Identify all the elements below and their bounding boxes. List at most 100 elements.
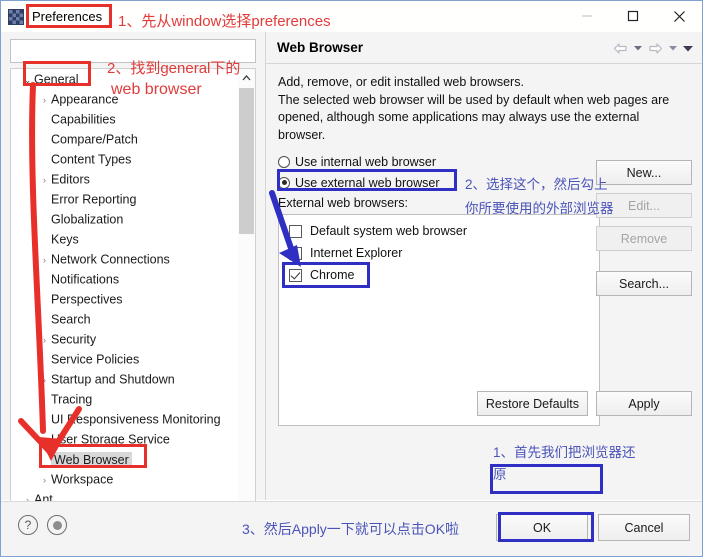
chevron-up-icon bbox=[242, 74, 251, 80]
tree-item-search[interactable]: Search bbox=[11, 309, 255, 329]
tree-item-capabilities[interactable]: Capabilities bbox=[11, 109, 255, 129]
tree-item-keys[interactable]: Keys bbox=[11, 229, 255, 249]
browser-row-internet-explorer[interactable]: Internet Explorer bbox=[279, 242, 599, 264]
tree-item-general[interactable]: ⌄ General bbox=[11, 69, 255, 89]
remove-button: Remove bbox=[596, 226, 692, 251]
cancel-button[interactable]: Cancel bbox=[598, 514, 690, 541]
search-button[interactable]: Search... bbox=[596, 271, 692, 296]
tree-item-label: Compare/Patch bbox=[51, 132, 138, 147]
tree-scrollbar[interactable] bbox=[238, 69, 255, 525]
chevron-right-icon[interactable]: › bbox=[38, 170, 51, 190]
close-icon bbox=[673, 10, 685, 22]
tree-item-label: Keys bbox=[51, 232, 79, 247]
view-menu-button[interactable] bbox=[681, 39, 694, 57]
restore-defaults-button[interactable]: Restore Defaults bbox=[476, 391, 588, 416]
preferences-tree[interactable]: ⌄ General › Appearance Capabilities Compare… bbox=[10, 68, 256, 526]
browser-row-chrome[interactable]: Chrome bbox=[279, 264, 599, 286]
pane-description: Add, remove, or edit installed web brows… bbox=[278, 75, 670, 142]
pane-nav-icons bbox=[611, 39, 694, 57]
tree-item-globalization[interactable]: Globalization bbox=[11, 209, 255, 229]
back-button[interactable] bbox=[611, 39, 629, 57]
title-bar: Preferences bbox=[1, 1, 702, 32]
browser-label: Chrome bbox=[310, 268, 355, 282]
chevron-right-icon[interactable]: › bbox=[38, 470, 51, 490]
tree-item-label: General bbox=[34, 72, 79, 87]
close-button[interactable] bbox=[656, 1, 702, 31]
dialog-content: ⌄ General › Appearance Capabilities Compare… bbox=[1, 32, 702, 526]
pane-body: Add, remove, or edit installed web brows… bbox=[266, 64, 702, 426]
scrollbar-thumb[interactable] bbox=[239, 88, 254, 234]
tree-item-label: Capabilities bbox=[51, 112, 116, 127]
forward-history-menu[interactable] bbox=[666, 39, 679, 57]
tree-item-tracing[interactable]: Tracing bbox=[11, 389, 255, 409]
tree-item-content-types[interactable]: Content Types bbox=[11, 149, 255, 169]
browser-label: Default system web browser bbox=[310, 224, 468, 238]
tree-item-label: Network Connections bbox=[51, 252, 170, 267]
new-button[interactable]: New... bbox=[596, 160, 692, 185]
tree-item-label: Search bbox=[51, 312, 91, 327]
tree-item-label: Perspectives bbox=[51, 292, 123, 307]
tree-item-startup-and-shutdown[interactable]: › Startup and Shutdown bbox=[11, 369, 255, 389]
pane-bottom-buttons: Restore Defaults Apply bbox=[476, 391, 692, 416]
chevron-right-icon[interactable]: › bbox=[38, 90, 51, 110]
tree-item-label: Web Browser bbox=[51, 451, 132, 468]
chevron-right-icon[interactable]: › bbox=[38, 330, 51, 350]
chevron-right-icon[interactable]: › bbox=[38, 370, 51, 390]
tree-item-notifications[interactable]: Notifications bbox=[11, 269, 255, 289]
tree-item-security[interactable]: › Security bbox=[11, 329, 255, 349]
preferences-dialog: Preferences ⌄ General › Appearance Capabili… bbox=[0, 0, 703, 557]
ok-button[interactable]: OK bbox=[496, 514, 588, 541]
forward-button[interactable] bbox=[646, 39, 664, 57]
chevron-down-icon[interactable]: ⌄ bbox=[21, 70, 34, 90]
maximize-button[interactable] bbox=[610, 1, 656, 31]
chevron-right-icon[interactable]: › bbox=[38, 250, 51, 270]
tree-item-appearance[interactable]: › Appearance bbox=[11, 89, 255, 109]
tree-item-label: Appearance bbox=[51, 92, 119, 107]
tree-item-workspace[interactable]: › Workspace bbox=[11, 469, 255, 489]
maximize-icon bbox=[627, 10, 639, 22]
dialog-footer: ? OK Cancel bbox=[1, 501, 702, 556]
apply-button[interactable]: Apply bbox=[596, 391, 692, 416]
tree-item-label: Content Types bbox=[51, 152, 132, 167]
checkbox-indicator[interactable] bbox=[289, 246, 302, 260]
back-arrow-icon bbox=[613, 42, 627, 54]
record-circle-icon[interactable] bbox=[47, 515, 67, 535]
tree-item-ui-responsiveness-monitoring[interactable]: UI Responsiveness Monitoring bbox=[11, 409, 255, 429]
tree-item-label: Workspace bbox=[51, 472, 114, 487]
web-browser-pane: Web Browser Add, remove, or edit install… bbox=[265, 32, 702, 500]
search-input[interactable] bbox=[10, 39, 256, 63]
tree-item-label: User Storage Service bbox=[51, 432, 170, 447]
tree-item-label: Tracing bbox=[51, 392, 93, 407]
radio-label: Use internal web browser bbox=[295, 154, 437, 169]
tree-item-compare-patch[interactable]: Compare/Patch bbox=[11, 129, 255, 149]
back-history-menu[interactable] bbox=[631, 39, 644, 57]
help-question-icon[interactable]: ? bbox=[18, 515, 38, 535]
caret-down-icon bbox=[633, 46, 642, 51]
tree-item-web-browser[interactable]: Web Browser bbox=[11, 449, 255, 469]
tree-item-label: Editors bbox=[51, 172, 90, 187]
tree-item-service-policies[interactable]: Service Policies bbox=[11, 349, 255, 369]
radio-indicator bbox=[278, 176, 290, 189]
tree-item-editors[interactable]: › Editors bbox=[11, 169, 255, 189]
tree-item-label: Service Policies bbox=[51, 352, 140, 367]
page-title: Web Browser bbox=[277, 40, 364, 55]
caret-down-icon bbox=[668, 46, 677, 51]
chevron-right-icon[interactable]: › bbox=[38, 430, 51, 450]
browser-row-default-system-web-browser[interactable]: Default system web browser bbox=[279, 220, 599, 242]
checkbox-indicator[interactable] bbox=[289, 268, 302, 282]
minimize-button[interactable] bbox=[564, 1, 610, 31]
browser-action-buttons: New... Edit... Remove Search... bbox=[596, 160, 692, 296]
tree-item-label: UI Responsiveness Monitoring bbox=[51, 412, 221, 427]
tree-item-user-storage-service[interactable]: › User Storage Service bbox=[11, 429, 255, 449]
scroll-up-button[interactable] bbox=[238, 69, 255, 86]
checkbox-indicator[interactable] bbox=[289, 224, 302, 238]
tree-item-error-reporting[interactable]: Error Reporting bbox=[11, 189, 255, 209]
tree-item-network-connections[interactable]: › Network Connections bbox=[11, 249, 255, 269]
footer-buttons: OK Cancel bbox=[496, 514, 690, 541]
tree-item-perspectives[interactable]: Perspectives bbox=[11, 289, 255, 309]
